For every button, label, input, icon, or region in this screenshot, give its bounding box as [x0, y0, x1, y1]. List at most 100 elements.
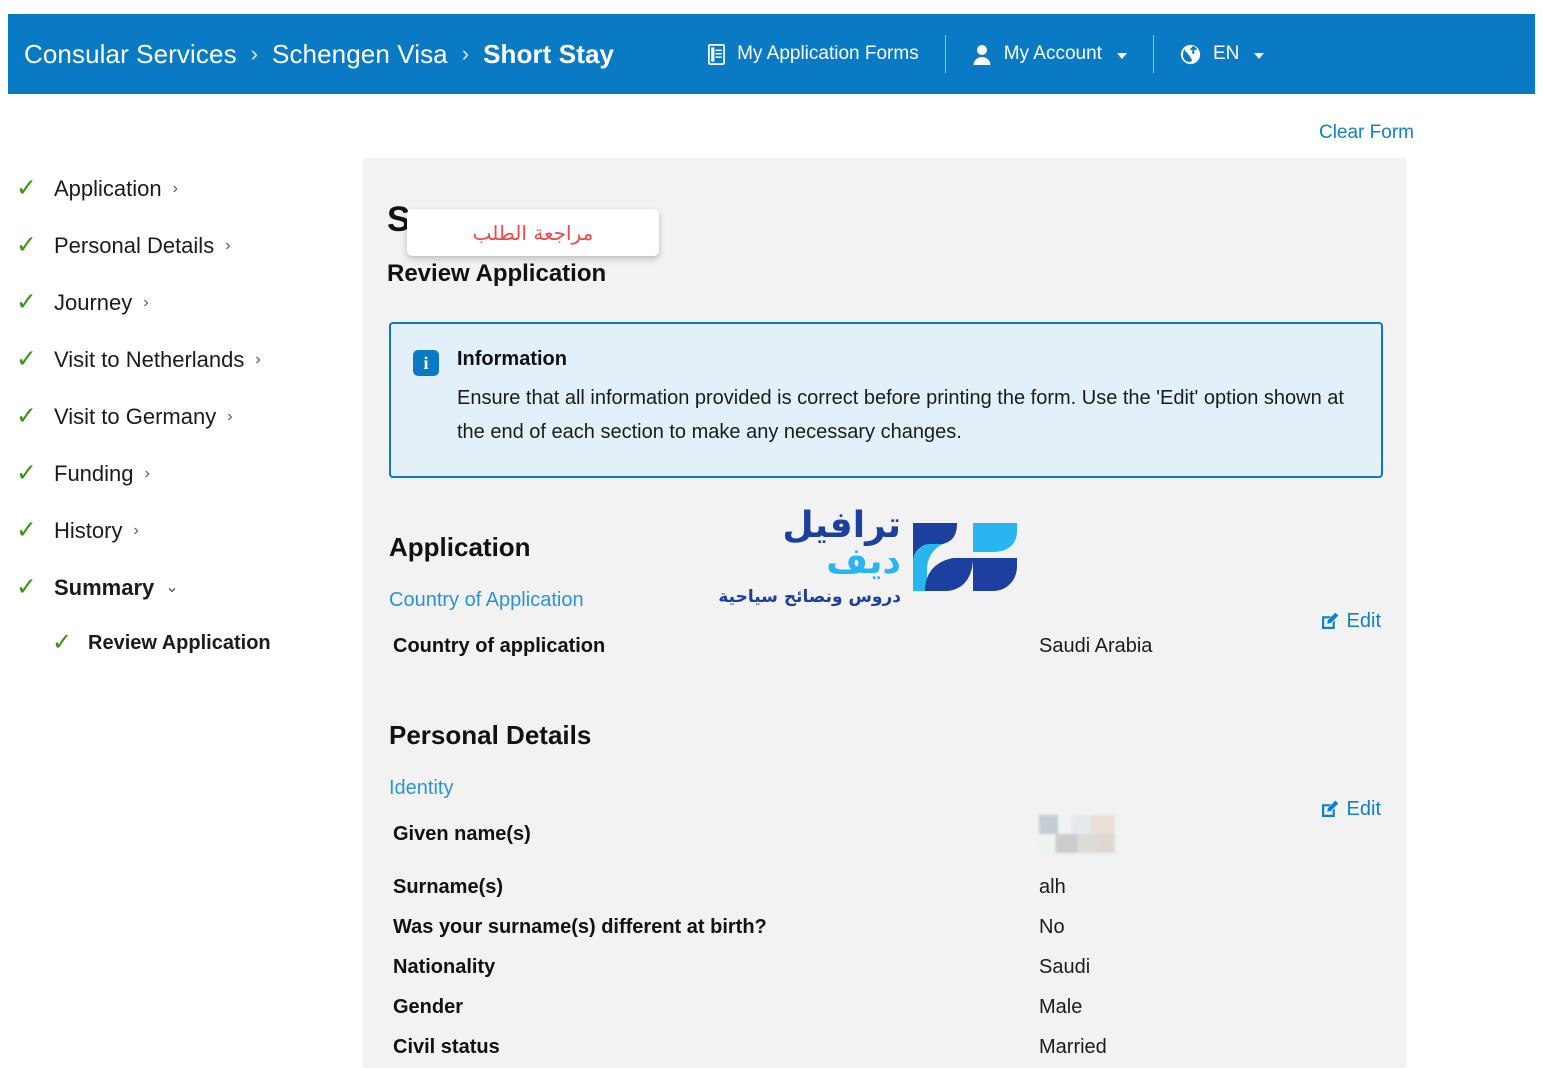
breadcrumb-separator-icon: ›	[250, 41, 258, 66]
field-label: Civil status	[393, 1035, 500, 1058]
sidebar-item-label: Journey	[54, 289, 133, 315]
user-icon	[972, 44, 992, 65]
field-label: Given name(s)	[393, 822, 531, 845]
information-text: Ensure that all information provided is …	[457, 387, 1344, 444]
field-row: Civil status Married	[387, 1027, 1383, 1067]
field-row: Country of application Saudi Arabia	[387, 626, 1383, 666]
page-root: Consular Services › Schengen Visa › Shor…	[0, 0, 1543, 1068]
breadcrumb-item-consular-services[interactable]: Consular Services	[24, 39, 237, 70]
top-navigation: My Application Forms My Account EN	[682, 35, 1290, 73]
nav-divider	[1152, 35, 1154, 73]
information-callout: i Information Ensure that all informatio…	[389, 322, 1383, 478]
sidebar-item-journey[interactable]: ✓ Journey ›	[10, 274, 350, 331]
section-title: Application	[389, 531, 531, 562]
sidebar-item-history[interactable]: ✓ History ›	[10, 502, 350, 559]
field-value: Male	[1039, 995, 1083, 1018]
field-value-redacted	[1039, 814, 1383, 867]
field-row: Surname(s) alh	[387, 867, 1383, 907]
field-label: Nationality	[393, 955, 496, 978]
breadcrumb-item-schengen-visa[interactable]: Schengen Visa	[272, 39, 448, 70]
sidebar-item-label: Funding	[54, 460, 134, 486]
section-title: Personal Details	[389, 719, 592, 750]
check-icon: ✓	[16, 402, 37, 430]
sidebar-item-label: Visit to Netherlands	[54, 346, 245, 372]
edit-button-application[interactable]: Edit	[1321, 610, 1381, 633]
breadcrumb: Consular Services › Schengen Visa › Shor…	[24, 39, 614, 70]
sidebar-item-application[interactable]: ✓ Application ›	[10, 160, 350, 217]
chevron-down-icon	[1254, 52, 1265, 59]
field-label: Was your surname(s) different at birth?	[393, 915, 767, 938]
nav-label: My Application Forms	[737, 43, 919, 64]
check-icon: ✓	[16, 288, 37, 316]
sidebar-item-funding[interactable]: ✓ Funding ›	[10, 445, 350, 502]
breadcrumb-separator-icon: ›	[461, 41, 470, 66]
edit-icon	[1321, 800, 1339, 818]
globe-icon	[1180, 44, 1201, 65]
arabic-annotation-badge: مراجعة الطلب	[407, 209, 659, 256]
section-application: Application Edit Country of Application …	[387, 532, 1383, 666]
sidebar-item-label: Summary	[54, 574, 155, 600]
information-title: Information	[457, 348, 567, 370]
chevron-right-icon: ›	[225, 236, 231, 254]
field-list: Country of application Saudi Arabia	[387, 626, 1383, 666]
sidebar-item-summary[interactable]: ✓ Summary ⌄	[10, 559, 350, 616]
field-list: Given name(s) Surname(s) alh Was your su…	[387, 814, 1383, 1068]
top-header-bar: Consular Services › Schengen Visa › Shor…	[8, 14, 1535, 94]
sidebar-item-label: Application	[54, 175, 162, 201]
sidebar-item-label: Visit to Germany	[54, 403, 217, 429]
nav-divider	[944, 35, 946, 73]
information-icon: i	[413, 350, 439, 376]
section-personal-details: Personal Details Edit Identity Given nam…	[387, 720, 1383, 1068]
chevron-right-icon: ›	[133, 521, 139, 539]
field-label: Country of application	[393, 634, 606, 657]
check-icon: ✓	[16, 345, 37, 373]
information-body: Information Ensure that all information …	[457, 348, 1355, 450]
sidebar-item-visit-to-netherlands[interactable]: ✓ Visit to Netherlands ›	[10, 331, 350, 388]
field-row: Nationality Saudi	[387, 947, 1383, 987]
chevron-right-icon: ›	[255, 350, 261, 368]
clear-form-row: Clear Form	[0, 122, 1414, 144]
sidebar-item-label: Personal Details	[54, 232, 215, 258]
section-subheading: Country of Application	[389, 588, 584, 611]
breadcrumb-item-short-stay[interactable]: Short Stay	[483, 39, 614, 70]
chevron-down-icon	[1116, 52, 1127, 59]
sidebar-navigation: ✓ Application › ✓ Personal Details › ✓ J…	[10, 160, 350, 670]
nav-label: EN	[1212, 43, 1240, 64]
field-value: No	[1039, 915, 1065, 938]
redaction-block	[1039, 814, 1115, 853]
check-icon: ✓	[16, 516, 37, 544]
nav-language-selector[interactable]: EN	[1154, 43, 1290, 65]
chevron-right-icon: ›	[172, 179, 178, 197]
sidebar-subitem-label: Review Application	[88, 631, 271, 654]
check-icon: ✓	[16, 231, 37, 259]
nav-my-application-forms[interactable]: My Application Forms	[682, 43, 945, 65]
main-content-panel: Summary Review Application i Information…	[363, 158, 1407, 1068]
clear-form-link[interactable]: Clear Form	[1319, 122, 1414, 143]
chevron-right-icon: ›	[227, 407, 233, 425]
edit-label: Edit	[1346, 609, 1381, 632]
field-label: Gender	[393, 995, 464, 1018]
nav-my-account[interactable]: My Account	[946, 43, 1153, 65]
sidebar-item-personal-details[interactable]: ✓ Personal Details ›	[10, 217, 350, 274]
field-label: Surname(s)	[393, 875, 504, 898]
chevron-right-icon: ›	[144, 464, 150, 482]
edit-label: Edit	[1346, 797, 1381, 820]
document-icon	[708, 43, 726, 65]
chevron-down-icon: ⌄	[165, 578, 179, 596]
field-row: Gender Male	[387, 987, 1383, 1027]
sidebar-item-label: History	[54, 517, 123, 543]
check-icon: ✓	[16, 573, 37, 601]
edit-button-personal-details[interactable]: Edit	[1321, 798, 1381, 821]
field-row: Was your surname(s) different at birth? …	[387, 907, 1383, 947]
field-value: alh	[1039, 875, 1066, 898]
check-icon: ✓	[16, 174, 37, 202]
chevron-right-icon: ›	[143, 293, 149, 311]
sidebar-item-visit-to-germany[interactable]: ✓ Visit to Germany ›	[10, 388, 350, 445]
field-row: Given name(s)	[387, 814, 1383, 867]
nav-label: My Account	[1003, 43, 1102, 64]
sidebar-item-review-application[interactable]: ✓ Review Application	[10, 616, 350, 670]
field-value: Saudi	[1039, 955, 1091, 978]
edit-icon	[1321, 612, 1339, 630]
check-icon: ✓	[52, 629, 73, 656]
section-subheading: Identity	[389, 776, 454, 799]
